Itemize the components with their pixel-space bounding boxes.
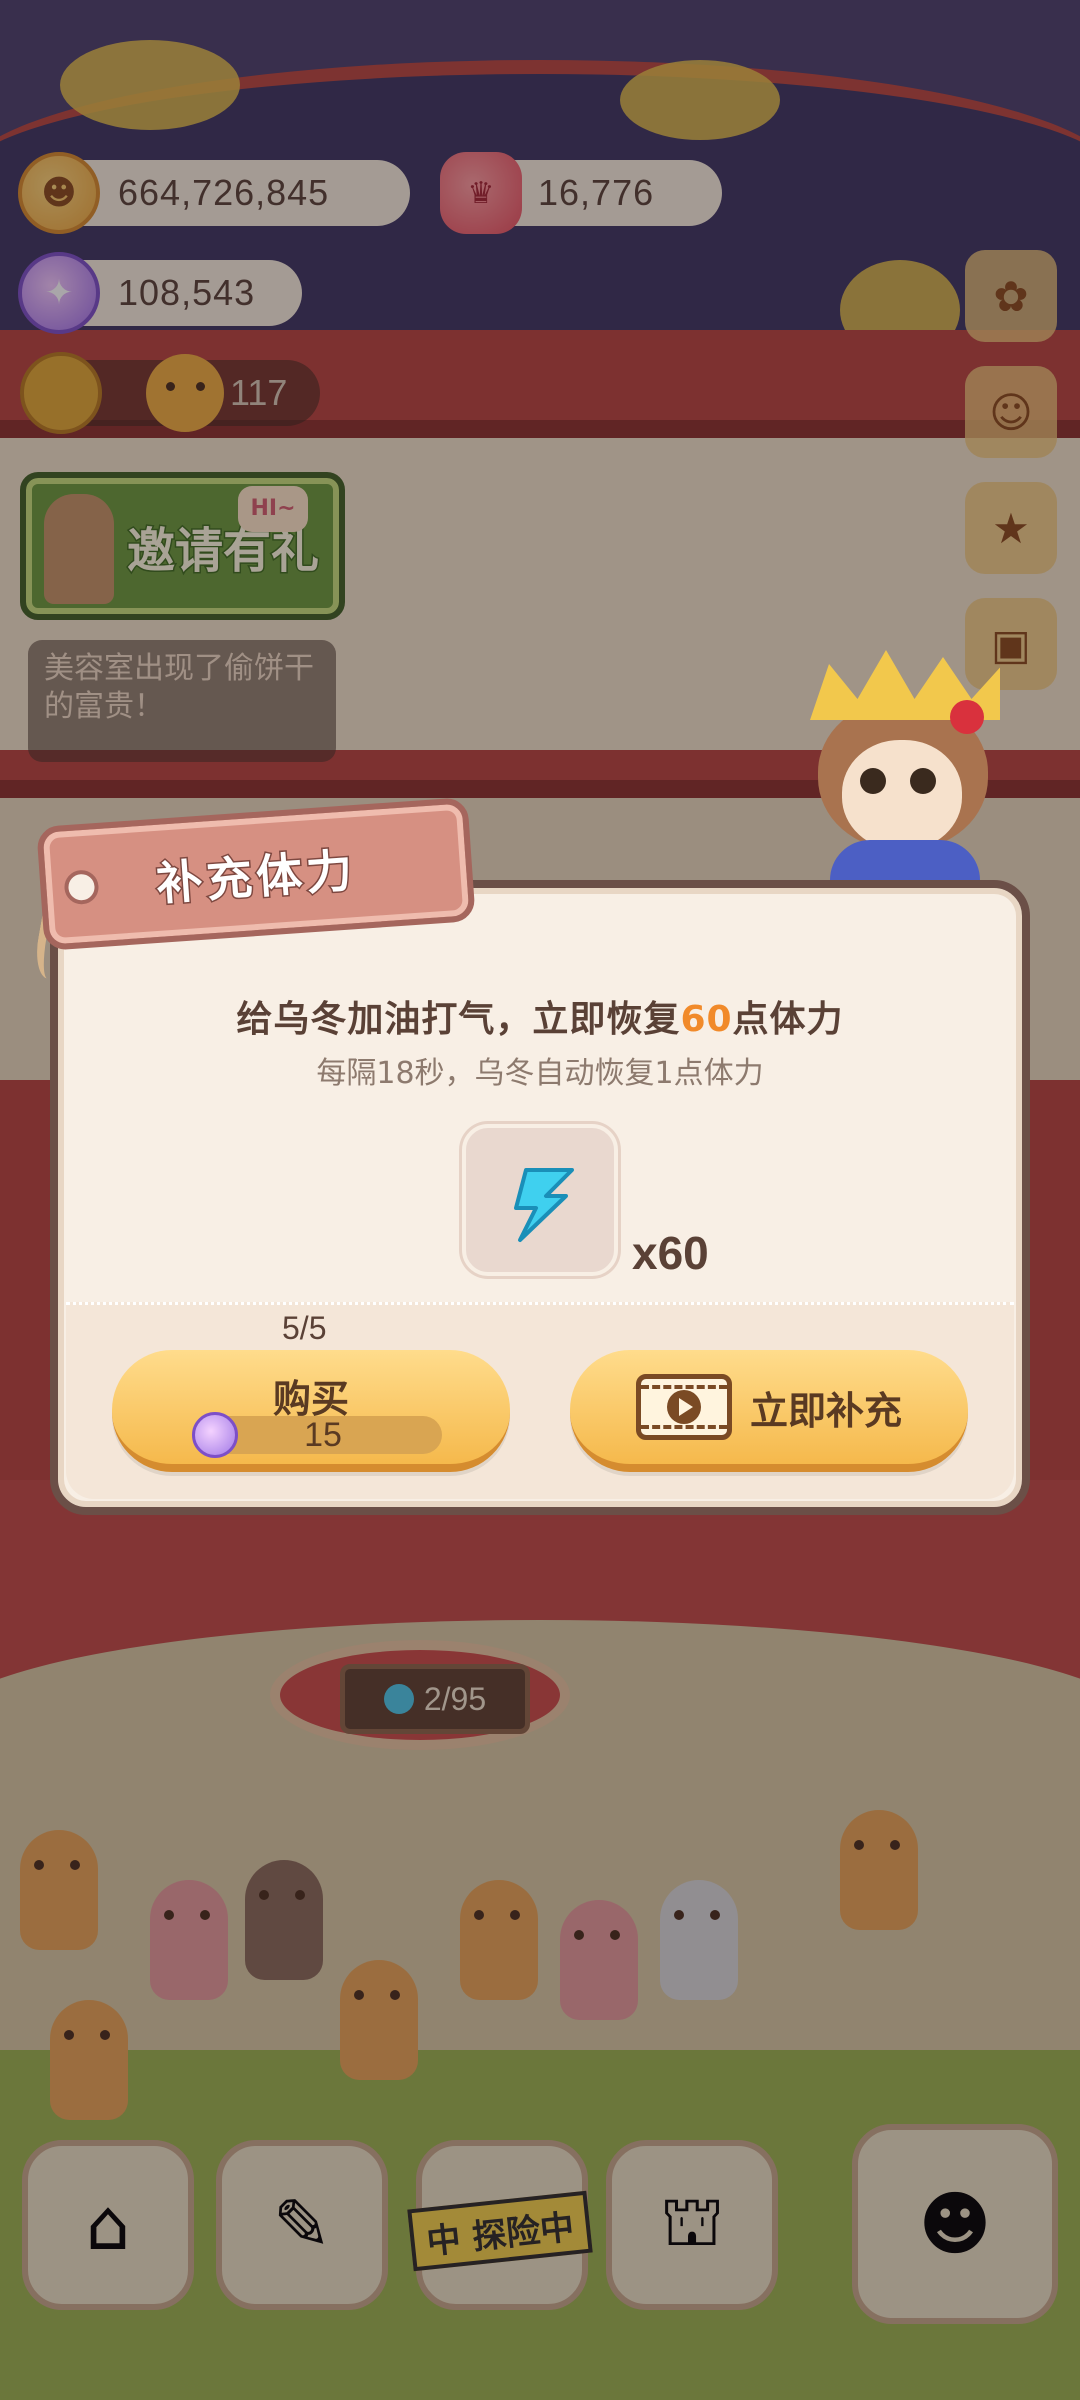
energy-bolt-icon [514,1168,574,1242]
dialog-title: 补充体力 [153,842,359,913]
auto-recover-text: 每隔18秒，乌冬自动恢复1点体力 [316,1056,764,1091]
purchase-limit: 5/5 [282,1310,327,1346]
message-amount: 60 [680,999,733,1040]
buy-button[interactable]: 购买 15 [112,1350,510,1472]
item-quantity: x60 [632,1227,709,1279]
candy-gem-icon [192,1412,238,1458]
price-bar: 15 [204,1416,442,1454]
buy-price: 15 [304,1416,342,1454]
video-icon [635,1374,732,1440]
message-suffix: 点体力 [732,999,844,1040]
refill-label: 立即补充 [749,1388,902,1433]
refill-message: 给乌冬加油打气，立即恢复60点体力 [50,990,1030,1042]
rose-icon [950,700,984,734]
mascot-face [842,740,962,850]
tag-hole [63,869,100,906]
watch-ad-refill-button[interactable]: 立即补充 [570,1350,968,1472]
message-prefix: 给乌冬加油打气，立即恢复 [236,999,681,1040]
energy-item-slot [462,1124,618,1276]
buy-label: 购买 [272,1377,349,1421]
